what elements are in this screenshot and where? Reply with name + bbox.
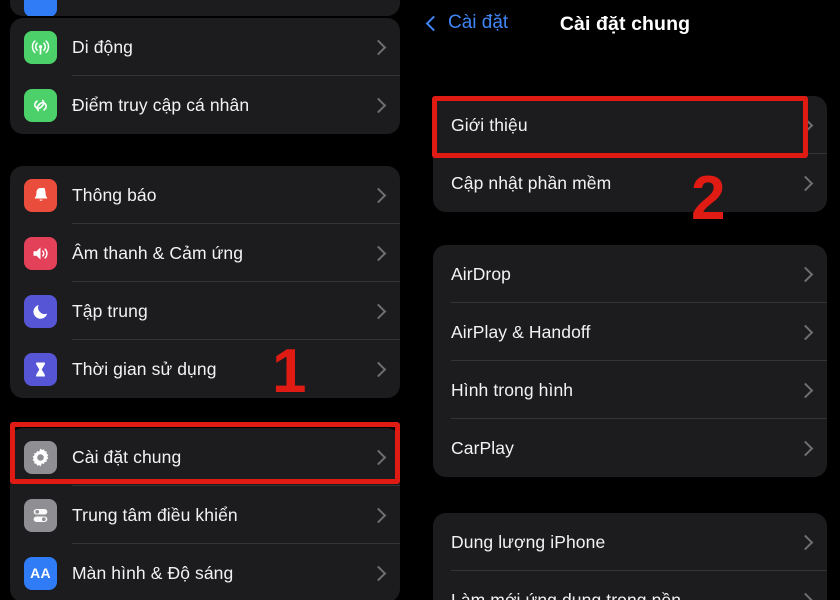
sidebar-item-focus[interactable]: Tập trung [10, 282, 400, 340]
list-item-label: Cập nhật phần mềm [451, 172, 612, 193]
list-item-software-update[interactable]: Cập nhật phần mềm [433, 154, 827, 212]
list-item-iphone-storage[interactable]: Dung lượng iPhone [433, 513, 827, 571]
partial-card-above [10, 0, 400, 16]
display-brightness-icon: AA [24, 556, 57, 590]
sidebar-item-cellular[interactable]: Di động [10, 18, 400, 76]
list-item-label: CarPlay [451, 437, 514, 458]
annotation-step-2: 2 [691, 164, 726, 233]
list-item-background-app-refresh[interactable]: Làm mới ứng dụng trong nền [433, 571, 827, 600]
sidebar-item-label: Di động [72, 36, 134, 57]
sidebar-item-label: Màn hình & Độ sáng [72, 562, 234, 583]
annotation-step-1: 1 [272, 337, 307, 406]
list-item-label: AirPlay & Handoff [451, 321, 591, 342]
sidebar-item-label: Thời gian sử dụng [72, 358, 217, 379]
chevron-right-icon [797, 266, 814, 282]
chevron-right-icon [370, 303, 387, 319]
list-item-carplay[interactable]: CarPlay [433, 419, 827, 477]
navigation-header: Cài đặt Cài đặt chung [410, 0, 840, 58]
list-item-label: Giới thiệu [451, 114, 528, 135]
sidebar-item-label: Âm thanh & Cảm ứng [72, 242, 244, 263]
list-item-airplay-handoff[interactable]: AirPlay & Handoff [433, 303, 827, 361]
sidebar-item-sounds-haptics[interactable]: Âm thanh & Cảm ứng [10, 224, 400, 282]
general-settings-pane: Cài đặt Cài đặt chung Giới thiệu Cập nhậ… [410, 0, 840, 600]
chevron-right-icon [370, 245, 387, 261]
gear-icon [24, 440, 57, 474]
bell-icon [24, 178, 57, 212]
chevron-right-icon [797, 175, 814, 191]
wifi-icon [24, 0, 57, 16]
general-group-sharing: AirDrop AirPlay & Handoff Hình trong hìn… [433, 245, 827, 477]
list-item-label: AirDrop [451, 263, 512, 284]
sidebar-item-display-brightness[interactable]: AA Màn hình & Độ sáng [10, 544, 400, 600]
speaker-icon [24, 236, 57, 270]
sidebar-item-control-center[interactable]: Trung tâm điều khiển [10, 486, 400, 544]
chevron-right-icon [797, 592, 814, 600]
list-item-about[interactable]: Giới thiệu [433, 96, 827, 154]
general-group-storage: Dung lượng iPhone Làm mới ứng dụng trong… [433, 513, 827, 600]
list-item-airdrop[interactable]: AirDrop [433, 245, 827, 303]
cellular-icon [24, 30, 57, 64]
settings-group-alerts: Thông báo Âm thanh & Cảm ứng Tập trung T… [10, 166, 400, 398]
ios-settings-split-screenshot: Di động Điểm truy cập cá nhân Thông báo … [0, 0, 840, 600]
aa-glyph: AA [30, 565, 51, 581]
list-item-label: Hình trong hình [451, 379, 574, 400]
chevron-right-icon [797, 324, 814, 340]
chevron-right-icon [370, 565, 387, 581]
chevron-right-icon [797, 382, 814, 398]
chevron-right-icon [370, 97, 387, 113]
chevron-right-icon [370, 449, 387, 465]
chevron-right-icon [797, 534, 814, 550]
sidebar-item-general[interactable]: Cài đặt chung [10, 428, 400, 486]
chevron-right-icon [370, 361, 387, 377]
moon-icon [24, 294, 57, 328]
settings-group-system: Cài đặt chung Trung tâm điều khiển AA Mà… [10, 428, 400, 600]
sidebar-item-personal-hotspot[interactable]: Điểm truy cập cá nhân [10, 76, 400, 134]
sidebar-item-label: Cài đặt chung [72, 446, 182, 467]
sidebar-item-label: Thông báo [72, 184, 157, 205]
chevron-right-icon [797, 117, 814, 133]
list-item-label: Làm mới ứng dụng trong nền [451, 589, 682, 600]
chevron-right-icon [797, 440, 814, 456]
sidebar-item-label: Điểm truy cập cá nhân [72, 94, 250, 115]
chevron-right-icon [370, 507, 387, 523]
sidebar-item-label: Trung tâm điều khiển [72, 504, 238, 525]
sidebar-item-notifications[interactable]: Thông báo [10, 166, 400, 224]
control-center-icon [24, 498, 57, 532]
chevron-right-icon [370, 39, 387, 55]
chevron-right-icon [370, 187, 387, 203]
settings-root-pane: Di động Điểm truy cập cá nhân Thông báo … [0, 0, 410, 600]
list-item-label: Dung lượng iPhone [451, 531, 606, 552]
general-group-about: Giới thiệu Cập nhật phần mềm [433, 96, 827, 212]
sidebar-item-label: Tập trung [72, 300, 148, 321]
hourglass-icon [24, 352, 57, 386]
sidebar-item-screen-time[interactable]: Thời gian sử dụng [10, 340, 400, 398]
page-title: Cài đặt chung [559, 13, 691, 35]
personal-hotspot-icon [24, 88, 57, 122]
list-item-picture-in-picture[interactable]: Hình trong hình [433, 361, 827, 419]
settings-group-connectivity: Di động Điểm truy cập cá nhân [10, 18, 400, 134]
